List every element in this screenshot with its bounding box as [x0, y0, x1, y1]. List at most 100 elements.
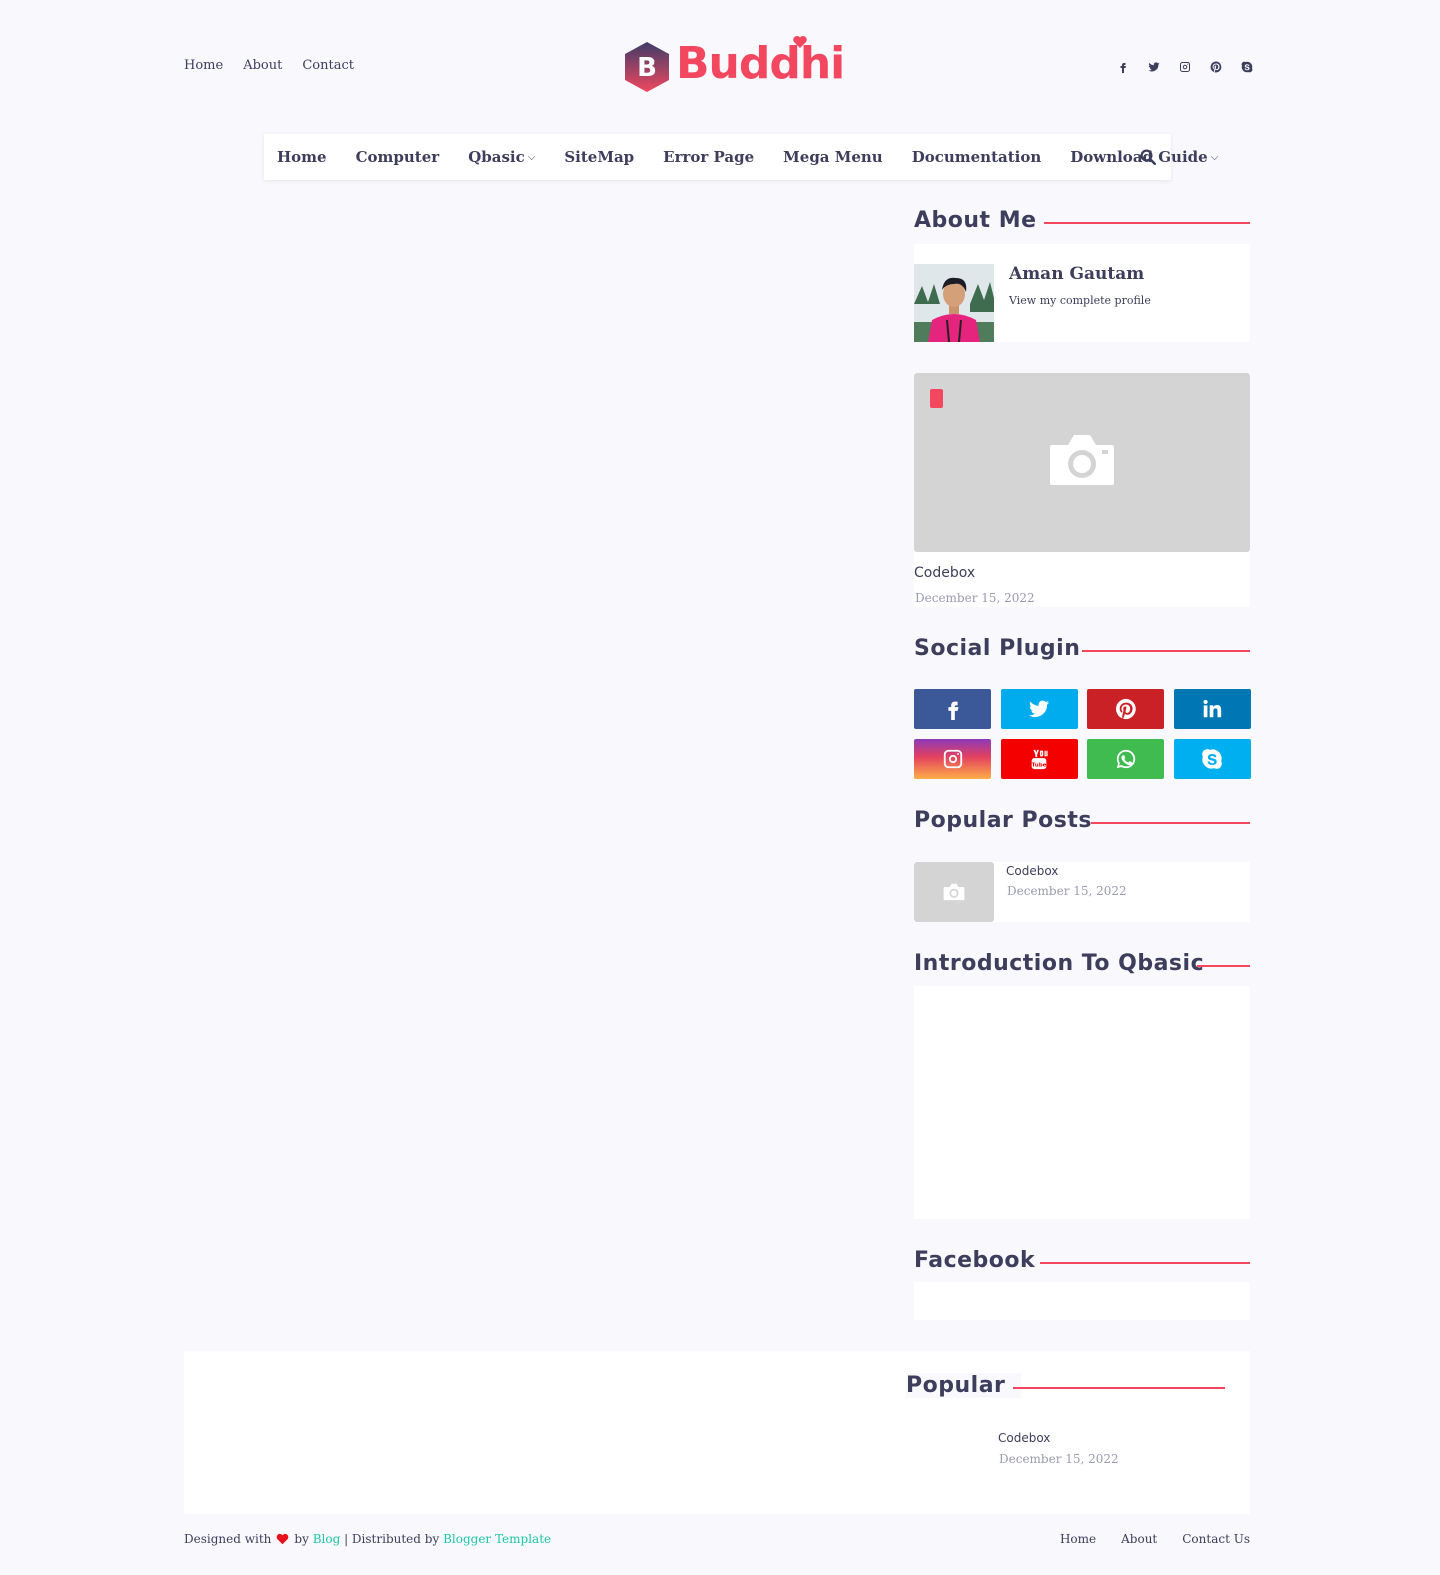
footer-popular-title: Popular: [906, 1373, 1022, 1398]
credits-by: by: [294, 1532, 309, 1546]
nav-error-page[interactable]: Error Page: [663, 148, 754, 166]
whatsapp-icon: [1116, 749, 1135, 769]
facebook-icon: [947, 701, 958, 720]
about-title: About Me: [914, 208, 1053, 233]
blog-link[interactable]: Blog: [313, 1532, 341, 1546]
pinterest-button[interactable]: [1087, 689, 1164, 729]
footer-popular-widget: Popular Codebox December 15, 2022: [906, 1373, 1225, 1466]
social-plugin-widget: Social Plugin Tube: [914, 636, 1251, 781]
top-social-icons: [1114, 58, 1256, 76]
top-link-about[interactable]: About: [243, 58, 282, 73]
nav-home-label: Home: [277, 148, 327, 166]
nav-sitemap-label: SiteMap: [564, 148, 635, 166]
nav-error-page-label: Error Page: [663, 148, 755, 166]
linkedin-icon: [1203, 699, 1222, 718]
footer-link-contact-us[interactable]: Contact Us: [1182, 1532, 1250, 1546]
author-name[interactable]: Aman Gautam: [1009, 264, 1144, 284]
skype-button[interactable]: [1173, 739, 1251, 779]
social-button-grid: Tube: [914, 689, 1251, 779]
instagram-icon[interactable]: [1176, 58, 1194, 76]
widget-title: Popular Posts: [914, 808, 1250, 838]
nav-mega-menu[interactable]: Mega Menu: [783, 148, 883, 166]
widget-title: About Me: [914, 208, 1250, 238]
facebook-icon[interactable]: [1114, 58, 1132, 76]
svg-text:B: B: [637, 53, 657, 83]
nav-qbasic[interactable]: Qbasic ⌵: [468, 148, 535, 166]
nav-home[interactable]: Home: [277, 148, 327, 166]
title-divider: [1040, 1262, 1250, 1264]
title-divider: [1091, 822, 1250, 824]
intro-embed: [914, 986, 1250, 1219]
post-date: December 15, 2022: [1007, 884, 1127, 898]
nav-qbasic-label: Qbasic: [468, 148, 525, 166]
instagram-button[interactable]: [914, 739, 991, 779]
top-link-home[interactable]: Home: [184, 58, 223, 73]
about-widget: About Me Aman Gautam View my complete pr…: [914, 208, 1250, 343]
label-tag: [930, 389, 943, 408]
top-bar: Home About Contact B Buddhi: [0, 0, 1440, 120]
footer-bar: Designed with by Blog | Distributed by B…: [184, 1532, 1250, 1550]
post-title[interactable]: Codebox: [998, 1431, 1050, 1445]
widget-title: Facebook: [914, 1248, 1250, 1278]
twitter-button[interactable]: [1000, 689, 1078, 729]
featured-image[interactable]: [914, 373, 1250, 552]
featured-post[interactable]: Codebox December 15, 2022: [914, 373, 1250, 607]
credits-distributed: | Distributed by: [344, 1532, 440, 1546]
post-date: December 15, 2022: [999, 1452, 1119, 1466]
post-title[interactable]: Codebox: [1006, 864, 1058, 878]
featured-title[interactable]: Codebox: [914, 565, 975, 581]
whatsapp-button[interactable]: [1087, 739, 1164, 779]
view-profile-link[interactable]: View my complete profile: [1009, 294, 1151, 307]
footer-widgets: Popular Codebox December 15, 2022: [184, 1351, 1250, 1514]
nav-mega-menu-label: Mega Menu: [783, 148, 883, 166]
youtube-button[interactable]: Tube: [1000, 739, 1078, 779]
about-card: Aman Gautam View my complete profile: [914, 244, 1250, 342]
camera-icon: [1050, 435, 1114, 485]
nav-sitemap[interactable]: SiteMap: [564, 148, 634, 166]
instagram-icon: [943, 749, 962, 769]
nav-computer-label: Computer: [355, 148, 440, 166]
footer-link-about[interactable]: About: [1121, 1532, 1157, 1546]
svg-text:Tube: Tube: [1032, 762, 1047, 768]
avatar[interactable]: [914, 264, 994, 342]
camera-icon: [943, 883, 965, 901]
social-plugin-title: Social Plugin: [914, 636, 1097, 661]
chevron-down-icon: ⌵: [1210, 151, 1219, 163]
pinterest-icon[interactable]: [1207, 58, 1225, 76]
top-link-contact[interactable]: Contact: [302, 58, 354, 73]
top-links: Home About Contact: [184, 58, 354, 73]
title-divider: [1197, 965, 1250, 967]
nav-documentation-label: Documentation: [911, 148, 1042, 166]
widget-title: Popular: [906, 1373, 1225, 1403]
twitter-icon: [1028, 700, 1050, 718]
footer-links: Home About Contact Us: [1060, 1532, 1250, 1546]
credits-designed-with: Designed with: [184, 1532, 272, 1546]
nav-computer[interactable]: Computer: [356, 148, 440, 166]
logo-wordmark: Buddhi: [676, 38, 845, 89]
popular-posts-widget: Popular Posts Codebox December 15, 2022: [914, 808, 1250, 923]
main-nav: Home Computer Qbasic ⌵ SiteMap Error Page…: [264, 134, 1218, 180]
facebook-embed: [914, 1282, 1250, 1320]
blogger-template-link[interactable]: Blogger Template: [443, 1532, 551, 1546]
title-divider: [1013, 1387, 1225, 1389]
facebook-title: Facebook: [914, 1248, 1052, 1273]
pinterest-icon: [1115, 698, 1136, 720]
nav-documentation[interactable]: Documentation: [912, 148, 1042, 166]
popular-posts-title: Popular Posts: [914, 808, 1108, 833]
title-divider: [1082, 650, 1250, 652]
featured-date: December 15, 2022: [915, 591, 1035, 605]
facebook-button[interactable]: [914, 689, 991, 729]
site-logo[interactable]: B Buddhi: [620, 34, 845, 98]
youtube-icon: Tube: [1032, 749, 1048, 770]
footer-link-home[interactable]: Home: [1060, 1532, 1096, 1546]
search-icon[interactable]: [1139, 148, 1157, 166]
linkedin-button[interactable]: [1173, 689, 1251, 729]
widget-title: Social Plugin: [914, 636, 1250, 666]
skype-icon: [1202, 749, 1222, 769]
logo-heart-icon: [793, 36, 807, 48]
popular-post-item[interactable]: Codebox December 15, 2022: [914, 862, 1250, 922]
post-thumbnail[interactable]: [914, 862, 994, 922]
chevron-down-icon: ⌵: [527, 151, 536, 163]
skype-icon[interactable]: [1238, 58, 1256, 76]
twitter-icon[interactable]: [1145, 58, 1163, 76]
